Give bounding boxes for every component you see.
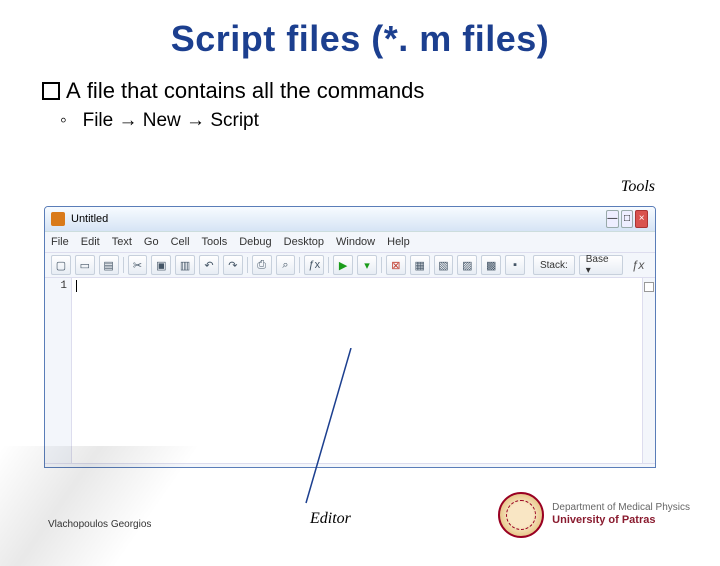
menu-edit[interactable]: Edit <box>81 236 100 248</box>
caret-icon <box>76 280 77 292</box>
paste-icon[interactable]: ▥ <box>175 255 195 275</box>
function-browser-icon[interactable]: ƒx <box>627 256 649 274</box>
window-buttons: — □ × <box>605 210 649 228</box>
menu-cell[interactable]: Cell <box>171 236 190 248</box>
page-title: Script files (*. m files) <box>0 18 720 60</box>
matlab-editor-window: Untitled — □ × File Edit Text Go Cell To… <box>44 206 656 468</box>
matlab-icon <box>51 212 65 226</box>
stack-selector[interactable]: Base ▾ <box>579 255 623 275</box>
breakpoint-clear-icon[interactable]: ⊠ <box>386 255 406 275</box>
university-logo: Department of Medical Physics University… <box>498 492 690 538</box>
bullet-prefix: A <box>66 78 81 104</box>
bullet-a-file: A file that contains all the commands <box>42 78 720 104</box>
menu-bar: File Edit Text Go Cell Tools Debug Deskt… <box>45 231 655 252</box>
run-icon[interactable]: ▶ <box>333 255 353 275</box>
menu-tools[interactable]: Tools <box>202 236 228 248</box>
line-gutter: 1 <box>45 278 72 463</box>
editor-body: 1 <box>45 277 655 463</box>
separator-icon <box>328 257 329 273</box>
dept-name: Department of Medical Physics <box>552 502 690 514</box>
find-icon[interactable]: ⌕ <box>276 255 296 275</box>
label-tools: Tools <box>621 178 655 196</box>
new-file-icon[interactable]: ▢ <box>51 255 71 275</box>
function-icon[interactable]: ƒx <box>304 255 324 275</box>
sub-marker: ◦ <box>60 110 67 131</box>
open-file-icon[interactable]: ▭ <box>75 255 95 275</box>
menu-help[interactable]: Help <box>387 236 410 248</box>
publish-icon[interactable]: ▪ <box>505 255 525 275</box>
maximize-button[interactable]: □ <box>621 210 634 228</box>
status-strip <box>45 463 655 467</box>
cell-mode-icon[interactable]: ▦ <box>410 255 430 275</box>
menu-desktop[interactable]: Desktop <box>284 236 324 248</box>
window-titlebar[interactable]: Untitled — □ × <box>45 207 655 231</box>
cut-icon[interactable]: ✂ <box>128 255 148 275</box>
cell-advance-icon[interactable]: ▨ <box>457 255 477 275</box>
checkbox-icon <box>42 82 60 100</box>
redo-icon[interactable]: ↷ <box>223 255 243 275</box>
label-editor: Editor <box>310 510 351 528</box>
menu-debug[interactable]: Debug <box>239 236 271 248</box>
menu-file[interactable]: File <box>51 236 69 248</box>
separator-icon <box>299 257 300 273</box>
undo-icon[interactable]: ↶ <box>199 255 219 275</box>
copy-icon[interactable]: ▣ <box>151 255 171 275</box>
separator-icon <box>123 257 124 273</box>
report-icon[interactable]: ▩ <box>481 255 501 275</box>
window-title-text: Untitled <box>71 213 108 225</box>
toolbar: ▢ ▭ ▤ ✂ ▣ ▥ ↶ ↷ ⎙ ⌕ ƒx ▶ ▾ ⊠ ▦ ▧ ▨ ▩ ▪ S… <box>45 252 655 277</box>
minimize-button[interactable]: — <box>606 210 619 228</box>
bullet-text: file that contains all the commands <box>87 78 425 104</box>
print-icon[interactable]: ⎙ <box>252 255 272 275</box>
menu-go[interactable]: Go <box>144 236 159 248</box>
separator-icon <box>381 257 382 273</box>
menu-text[interactable]: Text <box>112 236 132 248</box>
university-name: University of Patras <box>552 514 690 527</box>
seal-icon <box>498 492 544 538</box>
menu-window[interactable]: Window <box>336 236 375 248</box>
cell-eval-icon[interactable]: ▧ <box>434 255 454 275</box>
separator-icon <box>247 257 248 273</box>
editor-area[interactable] <box>72 278 642 463</box>
save-icon[interactable]: ▤ <box>99 255 119 275</box>
sub-bullet: ◦ File → New → Script <box>60 110 720 132</box>
stack-label: Stack: <box>533 255 575 275</box>
menu-path: File → New → Script <box>83 110 259 131</box>
author-name: Vlachopoulos Georgios <box>48 519 151 530</box>
run-dropdown-icon[interactable]: ▾ <box>357 255 377 275</box>
code-quality-strip[interactable] <box>642 278 655 463</box>
close-button[interactable]: × <box>635 210 648 228</box>
